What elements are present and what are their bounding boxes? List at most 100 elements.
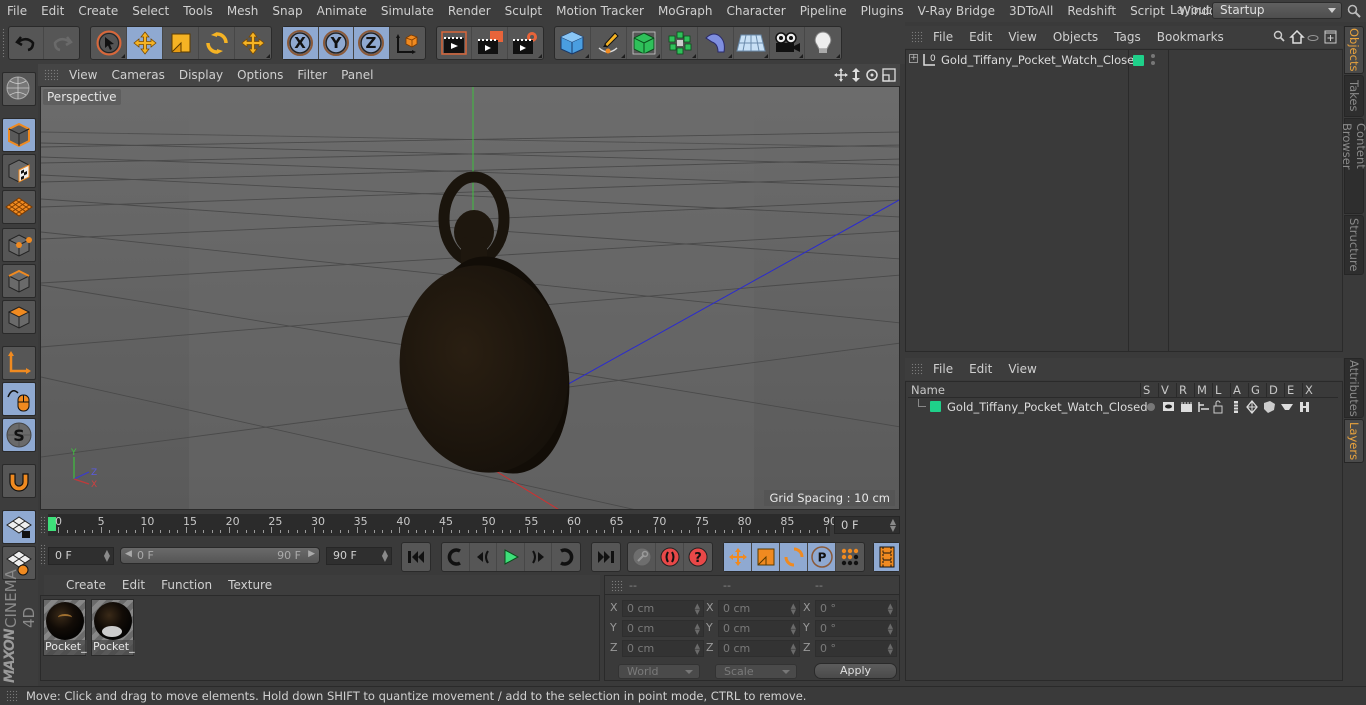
redo-button[interactable] bbox=[44, 27, 79, 59]
magnet-button[interactable] bbox=[2, 464, 36, 498]
lock-toggle[interactable] bbox=[1213, 400, 1223, 414]
pos-x-field[interactable]: 0 cm ▲ ▼ bbox=[622, 600, 704, 617]
axis-mode-button[interactable] bbox=[2, 346, 36, 380]
menu-animate[interactable]: Animate bbox=[310, 4, 374, 18]
expand-icon[interactable]: + bbox=[909, 54, 918, 63]
floor-button[interactable] bbox=[734, 27, 770, 59]
xrefs-toggle[interactable] bbox=[1300, 402, 1309, 412]
viewport-menu-view[interactable]: View bbox=[62, 68, 104, 82]
menu-mograph[interactable]: MoGraph bbox=[651, 4, 720, 18]
previous-frame-button[interactable] bbox=[470, 543, 498, 571]
recent-tool-button[interactable] bbox=[235, 27, 271, 59]
objects-menu-edit[interactable]: Edit bbox=[961, 30, 1000, 44]
autokeying-button[interactable] bbox=[656, 543, 684, 571]
link-icon[interactable] bbox=[1307, 35, 1319, 41]
maximize-view-icon[interactable] bbox=[882, 68, 896, 82]
size-x-field[interactable]: 0 cm ▲ ▼ bbox=[718, 600, 800, 617]
material-menu-edit[interactable]: Edit bbox=[114, 578, 153, 592]
editor-visibility-dot[interactable] bbox=[1151, 54, 1155, 58]
material-swatch[interactable]: Pocket_W bbox=[91, 599, 135, 656]
size-y-field[interactable]: 0 cm ▲ ▼ bbox=[718, 620, 800, 637]
orbit-icon[interactable] bbox=[866, 69, 878, 81]
toolbar-grip[interactable] bbox=[2, 28, 6, 58]
viewport-canvas[interactable]: Y Z X bbox=[41, 87, 900, 510]
coordinate-system-button[interactable] bbox=[390, 27, 425, 59]
menu-tools[interactable]: Tools bbox=[176, 4, 220, 18]
tab-structure[interactable]: Structure bbox=[1344, 215, 1364, 275]
viewport-menu-options[interactable]: Options bbox=[230, 68, 290, 82]
column-e[interactable]: E bbox=[1287, 383, 1294, 397]
menu-sculpt[interactable]: Sculpt bbox=[498, 4, 549, 18]
tweak-mode-button[interactable] bbox=[2, 382, 36, 416]
start-frame-field[interactable]: 0 F ▲ ▼ bbox=[48, 547, 114, 565]
menu-3dtoall[interactable]: 3DToAll bbox=[1002, 4, 1060, 18]
deformer-button[interactable] bbox=[698, 27, 734, 59]
column-g[interactable]: G bbox=[1251, 383, 1260, 397]
range-left-handle[interactable]: ◀ bbox=[125, 549, 132, 559]
frame-range-slider[interactable]: ◀ 0 F 90 F ▶ bbox=[120, 547, 320, 564]
render-toggle[interactable] bbox=[1181, 402, 1192, 412]
rotation-track-button[interactable] bbox=[780, 543, 808, 571]
keyframe-selection-button[interactable]: ? bbox=[684, 543, 712, 571]
solo-toggle[interactable] bbox=[1147, 403, 1155, 411]
search-icon[interactable] bbox=[1273, 30, 1285, 42]
column-v[interactable]: V bbox=[1161, 383, 1169, 397]
next-key-button[interactable] bbox=[552, 543, 580, 571]
menu-plugins[interactable]: Plugins bbox=[854, 4, 911, 18]
layout-dropdown[interactable]: Startup bbox=[1212, 2, 1342, 19]
rotate-button[interactable] bbox=[199, 27, 235, 59]
viewport-menu-display[interactable]: Display bbox=[172, 68, 230, 82]
viewport-menu-panel[interactable]: Panel bbox=[334, 68, 380, 82]
viewport-menu-cameras[interactable]: Cameras bbox=[104, 68, 171, 82]
deformers-toggle[interactable] bbox=[1264, 401, 1275, 413]
menu-file[interactable]: File bbox=[0, 4, 34, 18]
object-row[interactable]: + 0 Gold_Tiffany_Pocket_Watch_Closed bbox=[906, 52, 1342, 70]
scale-button[interactable] bbox=[163, 27, 199, 59]
parameter-track-button[interactable]: P bbox=[808, 543, 836, 571]
position-track-button[interactable] bbox=[724, 543, 752, 571]
previous-key-button[interactable] bbox=[442, 543, 470, 571]
workplane-mode-button[interactable] bbox=[2, 190, 36, 224]
undo-button[interactable] bbox=[9, 27, 45, 59]
next-frame-button[interactable] bbox=[525, 543, 553, 571]
menu-vray-bridge[interactable]: V-Ray Bridge bbox=[911, 4, 1002, 18]
column-name[interactable]: Name bbox=[911, 383, 945, 397]
snap-button[interactable]: S bbox=[2, 418, 36, 452]
tab-objects[interactable]: Objects bbox=[1344, 26, 1364, 74]
point-level-animation-button[interactable] bbox=[836, 543, 864, 571]
material-menu-texture[interactable]: Texture bbox=[220, 578, 280, 592]
column-l[interactable]: L bbox=[1215, 383, 1221, 397]
objects-menu-objects[interactable]: Objects bbox=[1045, 30, 1106, 44]
objects-menu-view[interactable]: View bbox=[1000, 30, 1044, 44]
column-a[interactable]: A bbox=[1233, 383, 1241, 397]
render-visibility-dot[interactable] bbox=[1151, 61, 1155, 65]
pen-button[interactable] bbox=[591, 27, 627, 59]
timeline-ruler[interactable]: 0 5 10 15 20 25 30 35 40 45 50 55 60 65 70 75 80 85 90 bbox=[48, 514, 837, 536]
menu-mesh[interactable]: Mesh bbox=[220, 4, 266, 18]
apply-button[interactable]: Apply bbox=[814, 663, 897, 679]
manager-toggle[interactable] bbox=[1198, 402, 1209, 412]
objects-menu-bookmarks[interactable]: Bookmarks bbox=[1149, 30, 1232, 44]
viewport-menu-filter[interactable]: Filter bbox=[290, 68, 334, 82]
transform-mode-dropdown[interactable]: Scale bbox=[715, 664, 797, 679]
rot-x-field[interactable]: 0 ° ▲ ▼ bbox=[815, 600, 897, 617]
render-picture-viewer-button[interactable] bbox=[472, 27, 508, 59]
coordinate-mode-dropdown[interactable]: World bbox=[618, 664, 700, 679]
edit-mode-lock-button[interactable] bbox=[2, 510, 36, 544]
column-r[interactable]: R bbox=[1179, 383, 1187, 397]
expressions-toggle[interactable] bbox=[1281, 404, 1293, 410]
goto-end-button[interactable] bbox=[592, 543, 620, 571]
material-menu-create[interactable]: Create bbox=[58, 578, 114, 592]
live-selection-button[interactable] bbox=[91, 27, 127, 59]
z-axis-button[interactable]: Z bbox=[354, 27, 390, 59]
layer-row[interactable]: Gold_Tiffany_Pocket_Watch_Closed bbox=[908, 399, 1338, 415]
tab-attributes[interactable]: Attributes bbox=[1344, 358, 1364, 418]
layers-menu-edit[interactable]: Edit bbox=[961, 362, 1000, 376]
menu-pipeline[interactable]: Pipeline bbox=[793, 4, 854, 18]
scale-track-button[interactable] bbox=[752, 543, 780, 571]
object-manager-grip[interactable] bbox=[911, 31, 923, 43]
menu-edit[interactable]: Edit bbox=[34, 4, 71, 18]
menu-create[interactable]: Create bbox=[71, 4, 125, 18]
make-editable-button[interactable] bbox=[2, 72, 36, 106]
camera-button[interactable] bbox=[770, 27, 806, 59]
